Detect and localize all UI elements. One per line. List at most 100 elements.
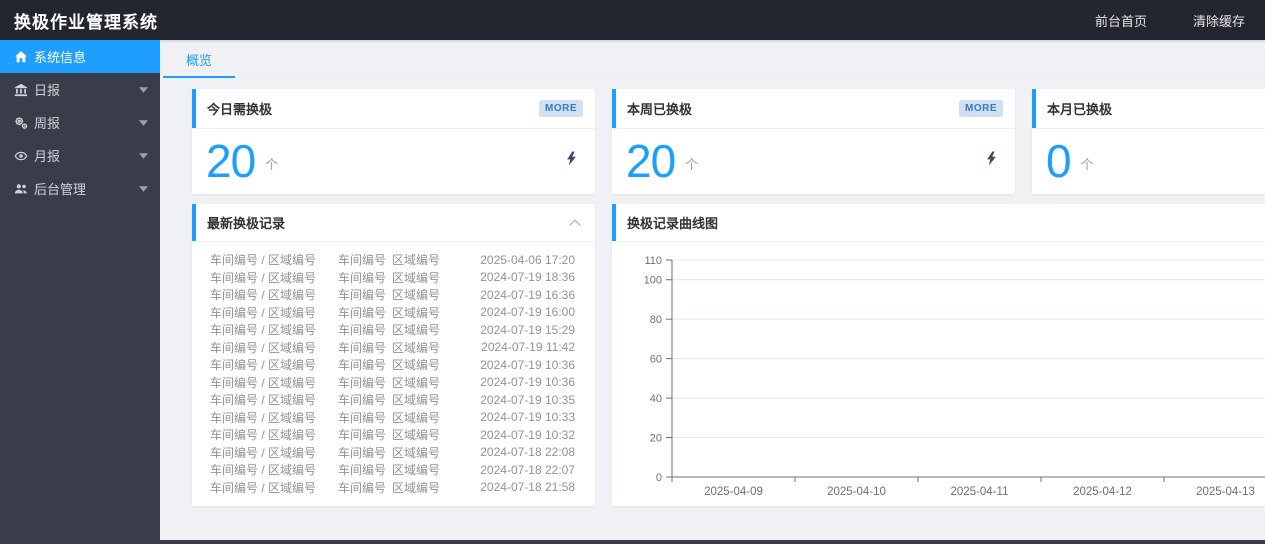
tab-overview[interactable]: 概览 xyxy=(163,42,236,78)
app-title: 换极作业管理系统 xyxy=(14,12,158,32)
chart-panel-header: 换极记录曲线图 xyxy=(612,204,1265,242)
record-time: 2024-07-19 10:36 xyxy=(480,357,575,372)
stat-card: 本周已换极 MORE 20 个 xyxy=(612,89,1015,194)
record-time: 2024-07-18 22:07 xyxy=(480,462,575,477)
top-bar: 换极作业管理系统 前台首页 清除缓存 xyxy=(0,0,1265,40)
record-row: 车间编号 / 区域编号 车间编号 区域编号 2024-07-19 10:35 xyxy=(210,391,575,409)
record-area: 区域编号 xyxy=(392,428,441,443)
record-area: 区域编号 xyxy=(392,340,441,355)
stat-value: 0 xyxy=(1046,135,1072,187)
record-workshop: 车间编号 xyxy=(338,393,387,408)
record-area: 区域编号 xyxy=(392,375,441,390)
sidebar-item-label: 系统信息 xyxy=(34,50,87,65)
stat-card-header: 本月已换极 xyxy=(1032,89,1265,129)
stat-card-title: 本月已换极 xyxy=(1047,102,1113,117)
record-workshop: 车间编号 xyxy=(338,463,387,478)
chart-body: 0 20 40 60 80 100 110 2025-04-09 2025-04-10 2025-… xyxy=(612,242,1265,513)
card-accent-bar xyxy=(1032,89,1036,128)
tab-overview-label: 概览 xyxy=(186,52,213,68)
stat-card: 今日需换极 MORE 20 个 xyxy=(192,89,595,194)
stat-card-title: 本周已换极 xyxy=(627,102,693,117)
sidebar-item-bank[interactable]: 日报 xyxy=(0,73,160,106)
record-workshop: 车间编号 xyxy=(338,428,387,443)
sidebar-item-users[interactable]: 后台管理 xyxy=(0,172,160,205)
chart-panel-title: 换极记录曲线图 xyxy=(627,216,719,231)
svg-text:20: 20 xyxy=(650,433,662,445)
record-time: 2024-07-19 15:29 xyxy=(480,322,575,337)
card-accent-bar xyxy=(192,204,196,241)
record-time: 2024-07-19 18:36 xyxy=(480,270,575,285)
record-area: 区域编号 xyxy=(392,463,441,478)
clear-cache-link[interactable]: 清除缓存 xyxy=(1193,11,1245,30)
record-time: 2024-07-19 11:42 xyxy=(481,340,575,355)
sidebar-item-home[interactable]: 系统信息 xyxy=(0,40,160,73)
main-area: 概览 今日需换极 MORE 20 个 本周已换极 MORE 20 个 本月已换极… xyxy=(160,40,1265,544)
record-main: 车间编号 / 区域编号 xyxy=(210,270,317,285)
svg-text:2025-04-11: 2025-04-11 xyxy=(951,486,1009,498)
record-row: 车间编号 / 区域编号 车间编号 区域编号 2024-07-18 22:07 xyxy=(210,461,575,479)
record-time: 2024-07-19 10:33 xyxy=(480,410,575,425)
record-row: 车间编号 / 区域编号 车间编号 区域编号 2024-07-18 21:58 xyxy=(210,479,575,497)
card-accent-bar xyxy=(612,204,616,241)
stat-card-body: 20 个 xyxy=(192,129,595,193)
sidebar-item-cogs[interactable]: 周报 xyxy=(0,106,160,139)
record-time: 2024-07-19 10:36 xyxy=(480,375,575,390)
chevron-up-icon[interactable] xyxy=(569,219,581,226)
caret-down-icon xyxy=(139,119,148,126)
sidebar-item-eye[interactable]: 月报 xyxy=(0,139,160,172)
chart-panel: 换极记录曲线图 0 20 40 60 80 100 110 2025-04-09 2025-04… xyxy=(612,204,1265,506)
record-time: 2024-07-19 10:35 xyxy=(480,392,575,407)
records-panel-header: 最新换极记录 xyxy=(192,204,595,242)
record-area: 区域编号 xyxy=(392,305,441,320)
record-area: 区域编号 xyxy=(392,393,441,408)
record-time: 2024-07-18 22:08 xyxy=(480,445,575,460)
stat-card-title: 今日需换极 xyxy=(207,102,273,117)
record-workshop: 车间编号 xyxy=(338,253,387,268)
svg-text:110: 110 xyxy=(644,255,662,267)
bolt-icon xyxy=(986,151,997,171)
svg-text:100: 100 xyxy=(644,275,662,287)
card-accent-bar xyxy=(612,89,616,128)
record-time: 2024-07-19 10:32 xyxy=(480,427,575,442)
svg-text:0: 0 xyxy=(656,472,662,484)
stat-cards-row: 今日需换极 MORE 20 个 本周已换极 MORE 20 个 本月已换极 0 … xyxy=(192,89,1265,194)
record-area: 区域编号 xyxy=(392,445,441,460)
record-workshop: 车间编号 xyxy=(338,410,387,425)
record-area: 区域编号 xyxy=(392,323,441,338)
record-row: 车间编号 / 区域编号 车间编号 区域编号 2024-07-19 10:33 xyxy=(210,409,575,427)
sidebar-item-label: 后台管理 xyxy=(34,182,87,197)
card-accent-bar xyxy=(192,89,196,128)
record-time: 2024-07-19 16:00 xyxy=(480,305,575,320)
record-row: 车间编号 / 区域编号 车间编号 区域编号 2024-07-18 22:08 xyxy=(210,444,575,462)
record-main: 车间编号 / 区域编号 xyxy=(210,288,317,303)
record-workshop: 车间编号 xyxy=(338,270,387,285)
svg-text:40: 40 xyxy=(650,393,662,405)
record-area: 区域编号 xyxy=(392,270,441,285)
record-workshop: 车间编号 xyxy=(338,340,387,355)
caret-down-icon xyxy=(139,152,148,159)
svg-text:60: 60 xyxy=(650,354,662,366)
sidebar-item-label: 周报 xyxy=(34,116,61,131)
stat-unit: 个 xyxy=(1080,156,1094,172)
record-workshop: 车间编号 xyxy=(338,288,387,303)
line-chart: 0 20 40 60 80 100 110 2025-04-09 2025-04-10 2025-… xyxy=(644,255,1265,498)
record-row: 车间编号 / 区域编号 车间编号 区域编号 2024-07-19 18:36 xyxy=(210,269,575,287)
stat-card-header: 今日需换极 MORE xyxy=(192,89,595,129)
record-workshop: 车间编号 xyxy=(338,323,387,338)
record-main: 车间编号 / 区域编号 xyxy=(210,253,317,268)
stat-card: 本月已换极 0 个 xyxy=(1032,89,1265,194)
bank-icon xyxy=(14,83,34,97)
record-row: 车间编号 / 区域编号 车间编号 区域编号 2025-04-06 17:20 xyxy=(210,251,575,269)
record-time: 2024-07-18 21:58 xyxy=(480,480,575,495)
record-row: 车间编号 / 区域编号 车间编号 区域编号 2024-07-19 10:36 xyxy=(210,356,575,374)
record-main: 车间编号 / 区域编号 xyxy=(210,340,317,355)
bolt-icon xyxy=(566,151,577,171)
more-badge[interactable]: MORE xyxy=(959,100,1003,117)
svg-text:2025-04-12: 2025-04-12 xyxy=(1073,486,1132,498)
record-time: 2025-04-06 17:20 xyxy=(480,252,575,267)
more-badge[interactable]: MORE xyxy=(539,100,583,117)
sidebar-item-label: 月报 xyxy=(34,149,61,164)
records-panel-title: 最新换极记录 xyxy=(207,216,286,231)
caret-down-icon xyxy=(139,86,148,93)
frontend-home-link[interactable]: 前台首页 xyxy=(1095,11,1147,30)
